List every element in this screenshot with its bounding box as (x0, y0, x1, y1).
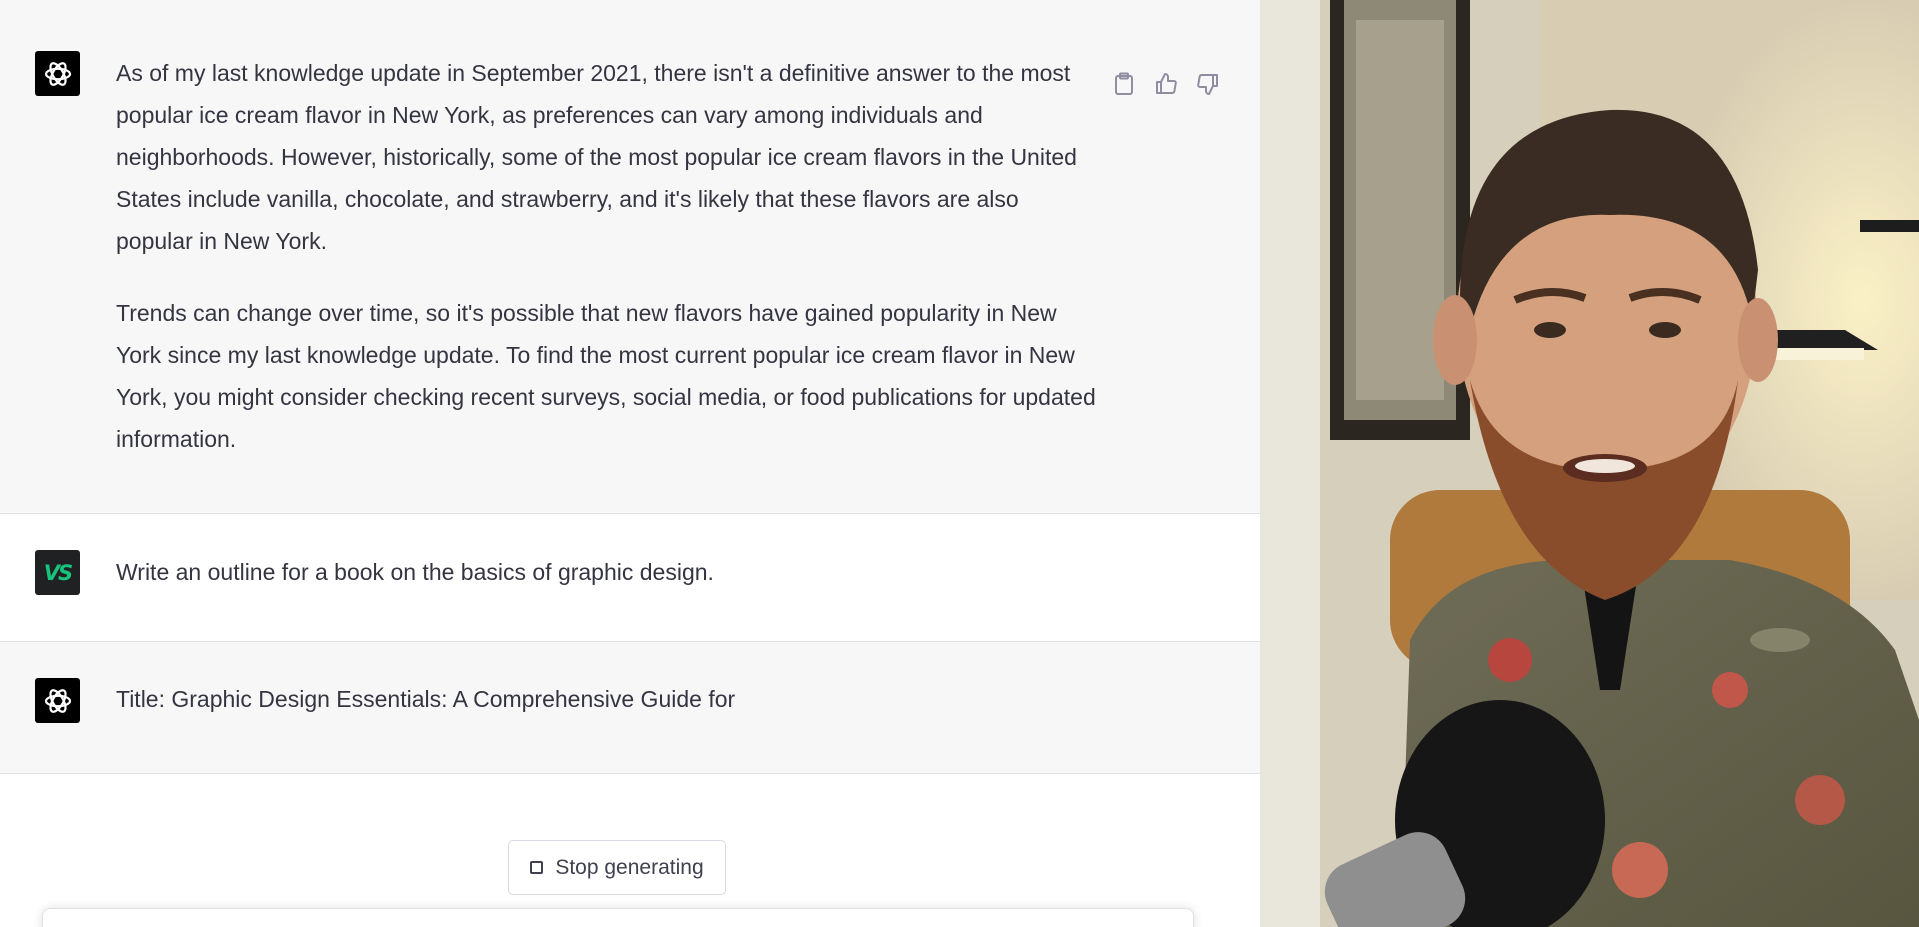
webcam-video-overlay (1260, 0, 1919, 927)
user-message-text: Write an outline for a book on the basic… (116, 559, 714, 585)
assistant-avatar (35, 51, 80, 96)
assistant-avatar (35, 678, 80, 723)
stop-generating-button[interactable]: Stop generating (508, 840, 726, 895)
user-avatar: VS (35, 550, 80, 595)
assistant-message: As of my last knowledge update in Septem… (0, 14, 1260, 514)
user-initials: VS (43, 560, 73, 585)
message-paragraph: Trends can change over time, so it's pos… (116, 300, 1096, 452)
message-actions (1110, 70, 1222, 98)
assistant-message: Title: Graphic Design Essentials: A Comp… (0, 642, 1260, 774)
thumbs-up-icon (1156, 73, 1177, 94)
thumbs-down-icon (1197, 74, 1218, 95)
user-message: VS Write an outline for a book on the ba… (0, 514, 1260, 642)
thumbs-up-button[interactable] (1152, 70, 1180, 98)
openai-logo-icon (44, 61, 71, 86)
copy-button[interactable] (1110, 70, 1138, 98)
thumbs-down-button[interactable] (1194, 70, 1222, 98)
previous-message-edge (0, 0, 1260, 15)
message-input-box[interactable] (42, 908, 1194, 927)
chat-pane: As of my last knowledge update in Septem… (0, 0, 1260, 927)
message-paragraph: As of my last knowledge update in Septem… (116, 60, 1077, 254)
assistant-message-text: Title: Graphic Design Essentials: A Comp… (116, 686, 736, 712)
presenter-video-frame (1260, 0, 1919, 927)
openai-logo-icon (44, 688, 71, 713)
clipboard-icon (1115, 72, 1133, 95)
assistant-message-text: As of my last knowledge update in Septem… (116, 52, 1096, 460)
stop-generating-label: Stop generating (555, 855, 704, 879)
stop-icon (530, 861, 544, 874)
